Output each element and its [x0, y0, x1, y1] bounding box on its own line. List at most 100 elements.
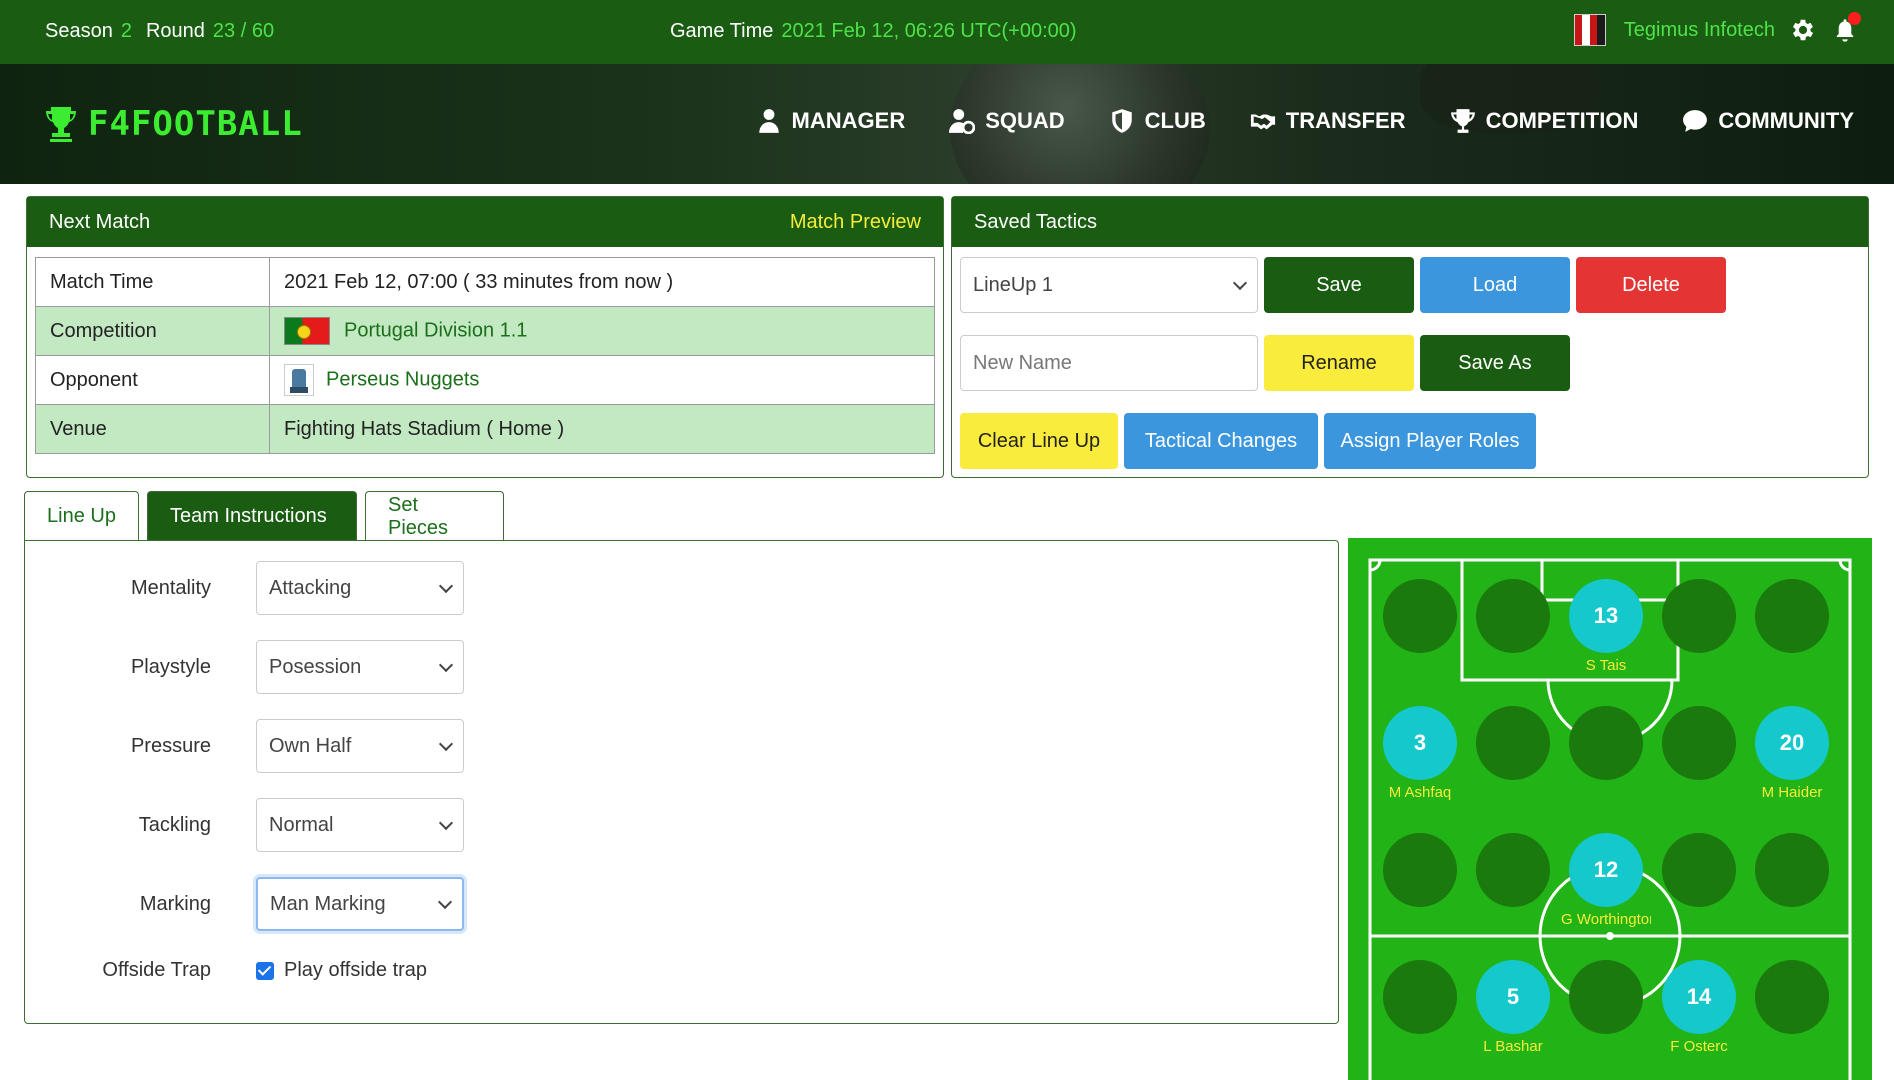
nav-item-community[interactable]: COMMUNITY	[1682, 108, 1854, 134]
lineup-select-value: LineUp 1	[973, 273, 1054, 296]
next-match-table: Match Time 2021 Feb 12, 07:00 ( 33 minut…	[35, 257, 935, 454]
player-token[interactable]: 14	[1662, 960, 1736, 1034]
nav-item-club[interactable]: CLUB	[1109, 108, 1206, 134]
marking-row: Marking Man Marking	[25, 877, 464, 931]
pressure-label: Pressure	[130, 734, 211, 757]
match-preview-link[interactable]: Match Preview	[790, 211, 921, 234]
handshake-icon	[1250, 114, 1275, 130]
player-token[interactable]: 20	[1755, 706, 1829, 780]
player-name: M Ashfaq	[1388, 784, 1452, 801]
empty-position-slot[interactable]	[1755, 579, 1829, 653]
empty-position-slot[interactable]	[1476, 706, 1550, 780]
opponent-label: Opponent	[35, 355, 270, 405]
opponent-logo-icon	[284, 364, 314, 396]
match-time-value: 2021 Feb 12, 07:00 ( 33 minutes from now…	[269, 257, 935, 307]
tactical-changes-button[interactable]: Tactical Changes	[1124, 413, 1318, 469]
venue-value: Fighting Hats Stadium ( Home )	[269, 404, 935, 454]
trophy-icon	[1450, 109, 1475, 133]
empty-position-slot[interactable]	[1662, 706, 1736, 780]
bell-icon[interactable]	[1831, 12, 1861, 44]
competition-label: Competition	[35, 306, 270, 356]
nav-label: MANAGER	[791, 108, 906, 133]
playstyle-select[interactable]: Posession	[256, 640, 464, 694]
club-logo[interactable]	[1573, 14, 1606, 46]
player-name: M Haider	[1761, 784, 1823, 801]
brand-name: F4FOOTBALL	[88, 104, 303, 144]
round-value: 23 / 60	[212, 20, 275, 42]
chevron-down-icon	[438, 657, 454, 673]
tackling-row: Tackling Normal	[25, 798, 464, 852]
empty-position-slot[interactable]	[1755, 960, 1829, 1034]
checkbox-checked-icon[interactable]	[256, 961, 274, 980]
empty-position-slot[interactable]	[1662, 833, 1736, 907]
player-token[interactable]: 12	[1569, 833, 1643, 907]
gear-icon[interactable]	[1789, 16, 1817, 44]
empty-position-slot[interactable]	[1383, 579, 1457, 653]
tactics-row-1: LineUp 1 Save Load Delete	[960, 257, 1726, 313]
chevron-down-icon	[438, 815, 454, 831]
user-area: Tegimus Infotech	[1573, 12, 1861, 46]
rename-button[interactable]: Rename	[1264, 335, 1414, 391]
save-as-button[interactable]: Save As	[1420, 335, 1570, 391]
delete-button[interactable]: Delete	[1576, 257, 1726, 313]
table-row: Opponent Perseus Nuggets	[35, 355, 935, 405]
offside-trap-checkbox[interactable]: Play offside trap	[256, 959, 427, 982]
club-name-link[interactable]: Tegimus Infotech	[1624, 19, 1775, 42]
nav-item-competition[interactable]: COMPETITION	[1450, 108, 1639, 134]
table-row: Venue Fighting Hats Stadium ( Home )	[35, 404, 935, 454]
pressure-row: Pressure Own Half	[25, 719, 464, 773]
empty-position-slot[interactable]	[1476, 833, 1550, 907]
empty-position-slot[interactable]	[1569, 706, 1643, 780]
round-label: Round	[145, 20, 205, 42]
nav-label: CLUB	[1144, 108, 1206, 133]
nav-item-manager[interactable]: MANAGER	[756, 108, 906, 134]
season-value: 2	[120, 20, 132, 42]
empty-position-slot[interactable]	[1476, 579, 1550, 653]
top-status-bar: Season 2 Round 23 / 60 Game Time 2021 Feb 12…	[0, 0, 1894, 64]
competition-link[interactable]: Portugal Division 1.1	[344, 319, 527, 341]
tab-team-instructions[interactable]: Team Instructions	[147, 491, 357, 541]
next-match-header: Next Match Match Preview	[27, 197, 943, 247]
assign-player-roles-button[interactable]: Assign Player Roles	[1324, 413, 1536, 469]
mentality-row: Mentality Attacking	[25, 561, 464, 615]
offside-label: Offside Trap	[102, 959, 211, 981]
tactics-tabs: Line Up Team Instructions Set Pieces	[24, 491, 504, 541]
clear-lineup-button[interactable]: Clear Line Up	[960, 413, 1118, 469]
player-token[interactable]: 3	[1383, 706, 1457, 780]
manager-icon	[758, 109, 779, 133]
notification-dot	[1848, 12, 1861, 25]
nav-item-transfer[interactable]: TRANSFER	[1250, 108, 1406, 134]
nav-item-squad[interactable]: SQUAD	[949, 108, 1065, 134]
pressure-value: Own Half	[269, 734, 352, 757]
tab-set-pieces[interactable]: Set Pieces	[365, 491, 504, 541]
lineup-select[interactable]: LineUp 1	[960, 257, 1258, 313]
empty-position-slot[interactable]	[1383, 960, 1457, 1034]
tackling-select[interactable]: Normal	[256, 798, 464, 852]
mentality-label: Mentality	[130, 576, 211, 599]
season-label: Season	[45, 20, 113, 42]
tab-line-up[interactable]: Line Up	[24, 491, 139, 541]
marking-label: Marking	[139, 892, 211, 915]
load-button[interactable]: Load	[1420, 257, 1570, 313]
saved-tactics-header: Saved Tactics	[952, 197, 1868, 247]
new-name-input[interactable]: New Name	[960, 335, 1258, 391]
save-button[interactable]: Save	[1264, 257, 1414, 313]
player-token[interactable]: 13	[1569, 579, 1643, 653]
playstyle-row: Playstyle Posession	[25, 640, 464, 694]
mentality-select[interactable]: Attacking	[256, 561, 464, 615]
game-time: Game Time 2021 Feb 12, 06:26 UTC(+00:00)	[670, 20, 1077, 43]
empty-position-slot[interactable]	[1383, 833, 1457, 907]
empty-position-slot[interactable]	[1662, 579, 1736, 653]
empty-position-slot[interactable]	[1755, 833, 1829, 907]
shield-icon	[1111, 109, 1132, 133]
pressure-select[interactable]: Own Half	[256, 719, 464, 773]
brand-logo[interactable]: F4FOOTBALL	[44, 104, 303, 144]
player-name: S Tais	[1585, 657, 1627, 674]
marking-select[interactable]: Man Marking	[256, 877, 464, 931]
player-token[interactable]: 5	[1476, 960, 1550, 1034]
tackling-label: Tackling	[138, 813, 211, 836]
nav-label: COMPETITION	[1485, 108, 1639, 133]
empty-position-slot[interactable]	[1569, 960, 1643, 1034]
chevron-down-icon	[1232, 275, 1248, 291]
opponent-link[interactable]: Perseus Nuggets	[326, 368, 479, 390]
